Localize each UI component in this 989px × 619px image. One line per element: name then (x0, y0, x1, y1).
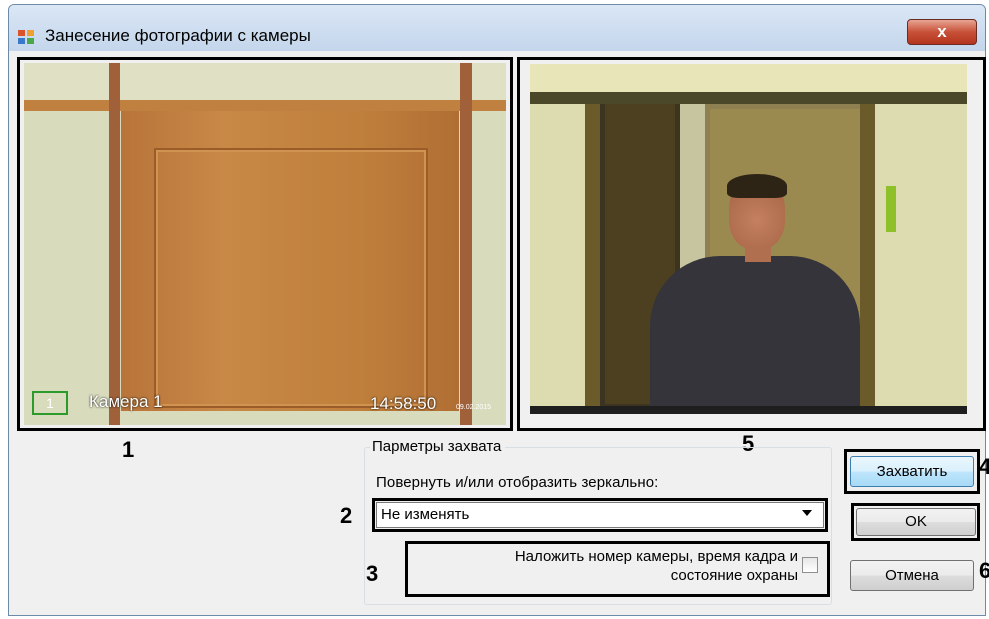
close-icon: x (937, 22, 947, 41)
callout-frame-5 (517, 57, 986, 431)
app-icon (18, 30, 36, 46)
capture-params-title: Парметры захвата (370, 438, 506, 455)
callout-number-6: 6 (979, 558, 989, 583)
callout-number-1: 1 (122, 437, 135, 462)
callout-frame-2 (372, 498, 828, 532)
callout-frame-4 (844, 449, 980, 494)
callout-frame-3 (405, 541, 830, 597)
rotate-mirror-label: Повернуть и/или отобразить зеркально: (376, 474, 659, 491)
callout-number-2: 2 (340, 503, 353, 528)
callout-frame-ok (851, 503, 980, 541)
cancel-button[interactable]: Отмена (850, 560, 974, 591)
close-button[interactable]: x (907, 19, 977, 45)
callout-number-4: 4 (979, 454, 989, 479)
window-title: Занесение фотографии с камеры (45, 26, 311, 45)
callout-frame-1 (17, 57, 513, 431)
